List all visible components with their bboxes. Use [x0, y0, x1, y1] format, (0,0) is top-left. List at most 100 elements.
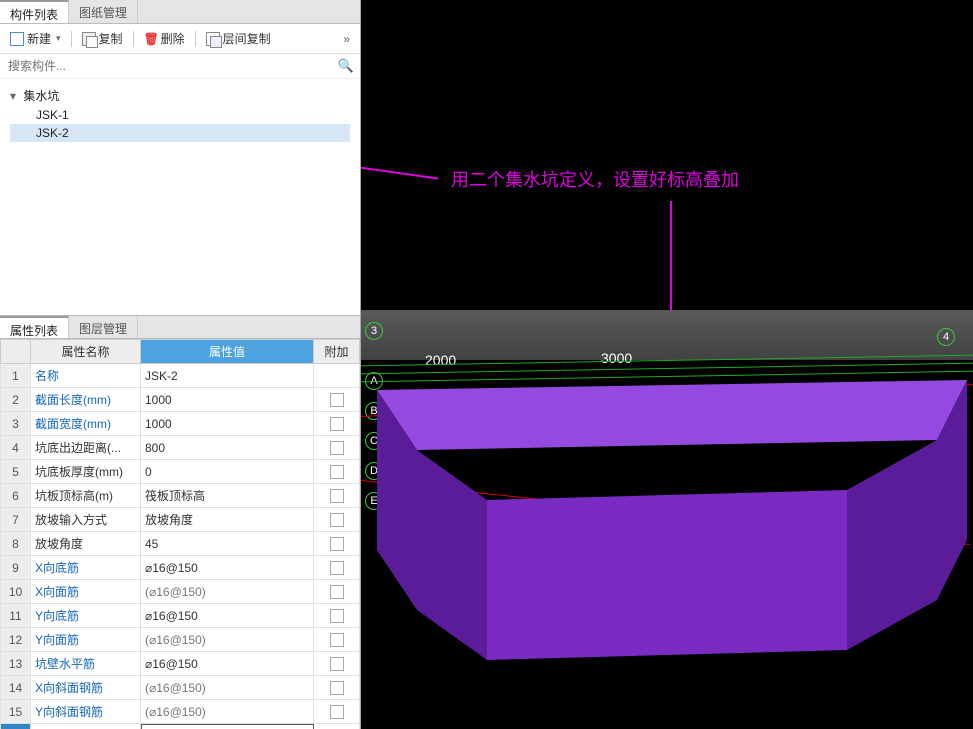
checkbox[interactable] — [330, 705, 344, 719]
checkbox[interactable] — [330, 489, 344, 503]
prop-name: 坑板顶标高(m) — [31, 484, 141, 508]
checkbox[interactable] — [330, 465, 344, 479]
table-row[interactable]: 13坑壁水平筋⌀16@150 — [1, 652, 360, 676]
row-number[interactable]: 11 — [1, 604, 31, 628]
table-row[interactable]: 14X向斜面钢筋(⌀16@150) — [1, 676, 360, 700]
checkbox[interactable] — [330, 561, 344, 575]
row-number[interactable]: 8 — [1, 532, 31, 556]
model-viewport[interactable]: 用二个集水坑定义，设置好标高叠加 3 4 2000 3000 A B C D E — [361, 0, 973, 729]
table-row[interactable]: 5坑底板厚度(mm)0 — [1, 460, 360, 484]
table-row[interactable]: 15Y向斜面钢筋(⌀16@150) — [1, 700, 360, 724]
prop-value[interactable]: (⌀16@150) — [141, 628, 314, 652]
row-number[interactable]: 13 — [1, 652, 31, 676]
prop-value[interactable]: ⌀16@150 — [141, 604, 314, 628]
prop-extra[interactable] — [314, 412, 360, 436]
prop-value[interactable]: (⌀16@150) — [141, 580, 314, 604]
prop-extra[interactable] — [314, 364, 360, 388]
row-number[interactable]: 9 — [1, 556, 31, 580]
row-number[interactable]: 4 — [1, 436, 31, 460]
row-number[interactable]: 1 — [1, 364, 31, 388]
expander-icon[interactable]: ▾ — [10, 89, 20, 103]
checkbox[interactable] — [330, 585, 344, 599]
prop-extra[interactable] — [314, 556, 360, 580]
prop-extra[interactable] — [314, 532, 360, 556]
checkbox[interactable] — [330, 633, 344, 647]
header-name[interactable]: 属性名称 — [31, 340, 141, 364]
row-number[interactable]: 6 — [1, 484, 31, 508]
prop-extra[interactable] — [314, 676, 360, 700]
row-number[interactable]: 7 — [1, 508, 31, 532]
prop-value[interactable]: ⌀16@150 — [141, 556, 314, 580]
checkbox[interactable] — [330, 417, 344, 431]
level-copy-button[interactable]: 层间复制 — [202, 28, 275, 49]
prop-value[interactable]: ⌀16@150 — [141, 652, 314, 676]
row-number[interactable]: 10 — [1, 580, 31, 604]
prop-value[interactable]: (⌀16@150) — [141, 676, 314, 700]
row-number[interactable]: 3 — [1, 412, 31, 436]
prop-extra[interactable] — [314, 604, 360, 628]
table-row[interactable]: 8放坡角度45 — [1, 532, 360, 556]
table-row[interactable]: 3截面宽度(mm)1000 — [1, 412, 360, 436]
table-row[interactable]: 4坑底出边距离(...800 — [1, 436, 360, 460]
prop-value[interactable]: 1000 — [141, 388, 314, 412]
header-extra[interactable]: 附加 — [314, 340, 360, 364]
table-row[interactable]: 2截面长度(mm)1000 — [1, 388, 360, 412]
tab-drawings[interactable]: 图纸管理 — [69, 0, 138, 23]
prop-extra[interactable] — [314, 652, 360, 676]
checkbox[interactable] — [330, 681, 344, 695]
tree-item-jsk1[interactable]: JSK-1 — [10, 106, 350, 124]
prop-value[interactable]: 45 — [141, 532, 314, 556]
prop-value[interactable]: 放坡角度 — [141, 508, 314, 532]
prop-extra[interactable] — [314, 388, 360, 412]
prop-value[interactable]: 现浇混凝土 — [141, 724, 314, 729]
prop-extra[interactable] — [314, 700, 360, 724]
checkbox[interactable] — [330, 537, 344, 551]
tab-properties[interactable]: 属性列表 — [0, 316, 69, 338]
delete-button[interactable]: 🗑 删除 — [140, 28, 189, 49]
row-number[interactable]: 14 — [1, 676, 31, 700]
row-number[interactable]: 15 — [1, 700, 31, 724]
table-row[interactable]: 12Y向面筋(⌀16@150) — [1, 628, 360, 652]
search-icon[interactable]: 🔍 — [338, 58, 354, 74]
prop-extra[interactable] — [314, 436, 360, 460]
copy-icon — [82, 32, 96, 46]
tab-layers[interactable]: 图层管理 — [69, 316, 138, 338]
prop-extra[interactable] — [314, 628, 360, 652]
table-row[interactable]: 9X向底筋⌀16@150 — [1, 556, 360, 580]
prop-value[interactable]: 0 — [141, 460, 314, 484]
table-row[interactable]: 7放坡输入方式放坡角度 — [1, 508, 360, 532]
prop-extra[interactable] — [314, 460, 360, 484]
row-number[interactable]: 5 — [1, 460, 31, 484]
tree-item-jsk2[interactable]: JSK-2 — [10, 124, 350, 142]
prop-extra[interactable] — [314, 580, 360, 604]
row-number[interactable]: 2 — [1, 388, 31, 412]
prop-value[interactable]: 筏板顶标高 — [141, 484, 314, 508]
table-row[interactable]: 16材质现浇混凝土 — [1, 724, 360, 729]
checkbox[interactable] — [330, 441, 344, 455]
prop-value[interactable]: 1000 — [141, 412, 314, 436]
checkbox[interactable] — [330, 609, 344, 623]
table-row[interactable]: 10X向面筋(⌀16@150) — [1, 580, 360, 604]
table-row[interactable]: 1名称JSK-2 — [1, 364, 360, 388]
table-row[interactable]: 6坑板顶标高(m)筏板顶标高 — [1, 484, 360, 508]
search-input[interactable] — [6, 57, 338, 75]
tab-components[interactable]: 构件列表 — [0, 0, 69, 23]
separator — [133, 31, 134, 47]
copy-button[interactable]: 复制 — [78, 28, 127, 49]
checkbox[interactable] — [330, 393, 344, 407]
row-number[interactable]: 16 — [1, 724, 31, 729]
prop-value[interactable]: 800 — [141, 436, 314, 460]
table-row[interactable]: 11Y向底筋⌀16@150 — [1, 604, 360, 628]
prop-value[interactable]: JSK-2 — [141, 364, 314, 388]
row-number[interactable]: 12 — [1, 628, 31, 652]
prop-value[interactable]: (⌀16@150) — [141, 700, 314, 724]
checkbox[interactable] — [330, 513, 344, 527]
more-menu-icon[interactable]: » — [339, 32, 354, 46]
prop-extra[interactable] — [314, 724, 360, 729]
prop-extra[interactable] — [314, 484, 360, 508]
checkbox[interactable] — [330, 657, 344, 671]
header-value[interactable]: 属性值 — [141, 340, 314, 364]
new-button[interactable]: 新建 ▾ — [6, 28, 65, 49]
prop-extra[interactable] — [314, 508, 360, 532]
tree-root[interactable]: ▾ 集水坑 — [10, 85, 350, 106]
